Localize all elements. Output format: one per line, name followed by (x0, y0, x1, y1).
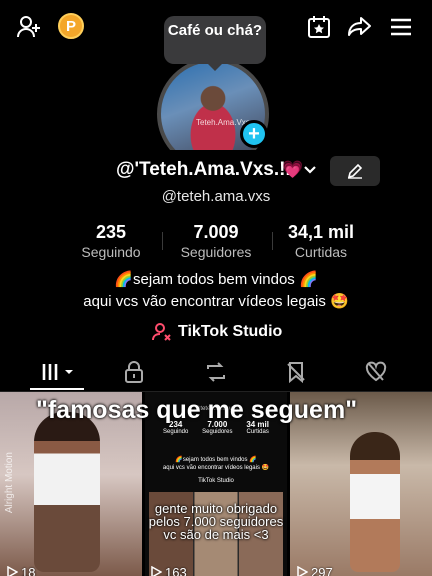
tiktok-studio-link[interactable]: TikTok Studio (152, 320, 282, 344)
stat-followers[interactable]: 7.009 Seguidores (176, 222, 256, 260)
menu-icon[interactable] (386, 12, 416, 42)
tab-reposts[interactable] (196, 358, 236, 386)
bio-line: 🌈sejam todos bem vindos 🌈 (114, 271, 318, 288)
username-handle: @teteh.ama.vxs (161, 188, 271, 205)
thumbnail-image (34, 412, 100, 572)
mini-stat-label: Seguindo (163, 429, 189, 435)
repost-icon (207, 362, 225, 382)
mini-bio-line: aqui vcs vão encontrar vídeos legais 🤩 (162, 465, 270, 471)
stat-followers-label: Seguidores (180, 244, 252, 260)
tab-favorites[interactable] (276, 358, 316, 386)
stat-following-value: 235 (95, 222, 127, 242)
stat-likes-label: Curtidas (294, 244, 348, 260)
play-icon (7, 566, 18, 576)
view-count-value: 18 (21, 564, 36, 576)
bio-line: aqui vcs vão encontrar vídeos legais 🤩 (83, 293, 349, 310)
stat-following[interactable]: 235 Seguindo (80, 222, 142, 260)
view-count: 18 (6, 564, 36, 576)
tab-videos[interactable] (38, 358, 78, 386)
stat-divider (272, 232, 273, 250)
lock-icon (125, 361, 143, 383)
add-story-button[interactable]: + (240, 120, 268, 148)
stat-likes-value: 34,1 mil (287, 222, 355, 242)
mini-stat-label: Seguidores (202, 429, 233, 435)
edit-profile-button[interactable] (330, 156, 380, 186)
note-tooltip[interactable]: Café ou chá? (164, 16, 266, 71)
mini-bio: 🌈sejam todos bem vindos 🌈 aqui vcs vão e… (145, 456, 287, 472)
tiktok-studio-label: TikTok Studio (178, 323, 283, 340)
name-row: @'Teteh.Ama.Vxs.!.. 💗 (0, 156, 432, 186)
bookmark-icon (287, 362, 305, 384)
content-tabs (0, 352, 432, 392)
active-tab-indicator (30, 388, 84, 390)
studio-person-icon (152, 323, 171, 341)
heart-icon (365, 361, 387, 382)
stat-followers-value: 7.009 (193, 222, 239, 242)
stat-likes[interactable]: 34,1 mil Curtidas (286, 222, 356, 260)
mini-bio-line: 🌈sejam todos bem vindos 🌈 (175, 457, 257, 463)
view-count-value: 297 (311, 564, 333, 576)
mini-studio: TikTok Studio (198, 478, 234, 484)
view-count-value: 163 (165, 564, 187, 576)
grid-icon (42, 364, 73, 380)
view-count: 297 (296, 564, 333, 576)
share-icon[interactable] (344, 12, 374, 42)
play-icon (151, 566, 162, 576)
video-overlay-title: "famosas que me seguem" (36, 396, 358, 424)
display-name: @'Teteh.Ama.Vxs.!.. (116, 159, 297, 180)
video-caption: gente muito obrigado pelos 7.000 seguido… (148, 501, 284, 542)
calendar-star-icon[interactable] (304, 12, 334, 42)
play-icon (297, 566, 308, 576)
add-friend-icon[interactable] (14, 12, 44, 42)
stat-divider (162, 232, 163, 250)
profile-stats: 235 Seguindo 7.009 Seguidores 34,1 mil C… (0, 222, 432, 262)
stat-following-label: Seguindo (81, 244, 141, 260)
view-count: 163 (150, 564, 187, 576)
pencil-icon (347, 163, 363, 179)
tab-private[interactable] (114, 358, 154, 386)
tab-liked[interactable] (356, 358, 396, 386)
coin-letter: P (65, 17, 76, 35)
watermark-text: Alright Motion (4, 452, 15, 514)
thumbnail-image (350, 432, 400, 572)
coins-icon[interactable]: P (58, 13, 84, 39)
chevron-down-icon[interactable] (302, 160, 318, 185)
heart-emoji: 💗 (282, 160, 304, 179)
mini-stat-label: Curtidas (246, 429, 269, 435)
